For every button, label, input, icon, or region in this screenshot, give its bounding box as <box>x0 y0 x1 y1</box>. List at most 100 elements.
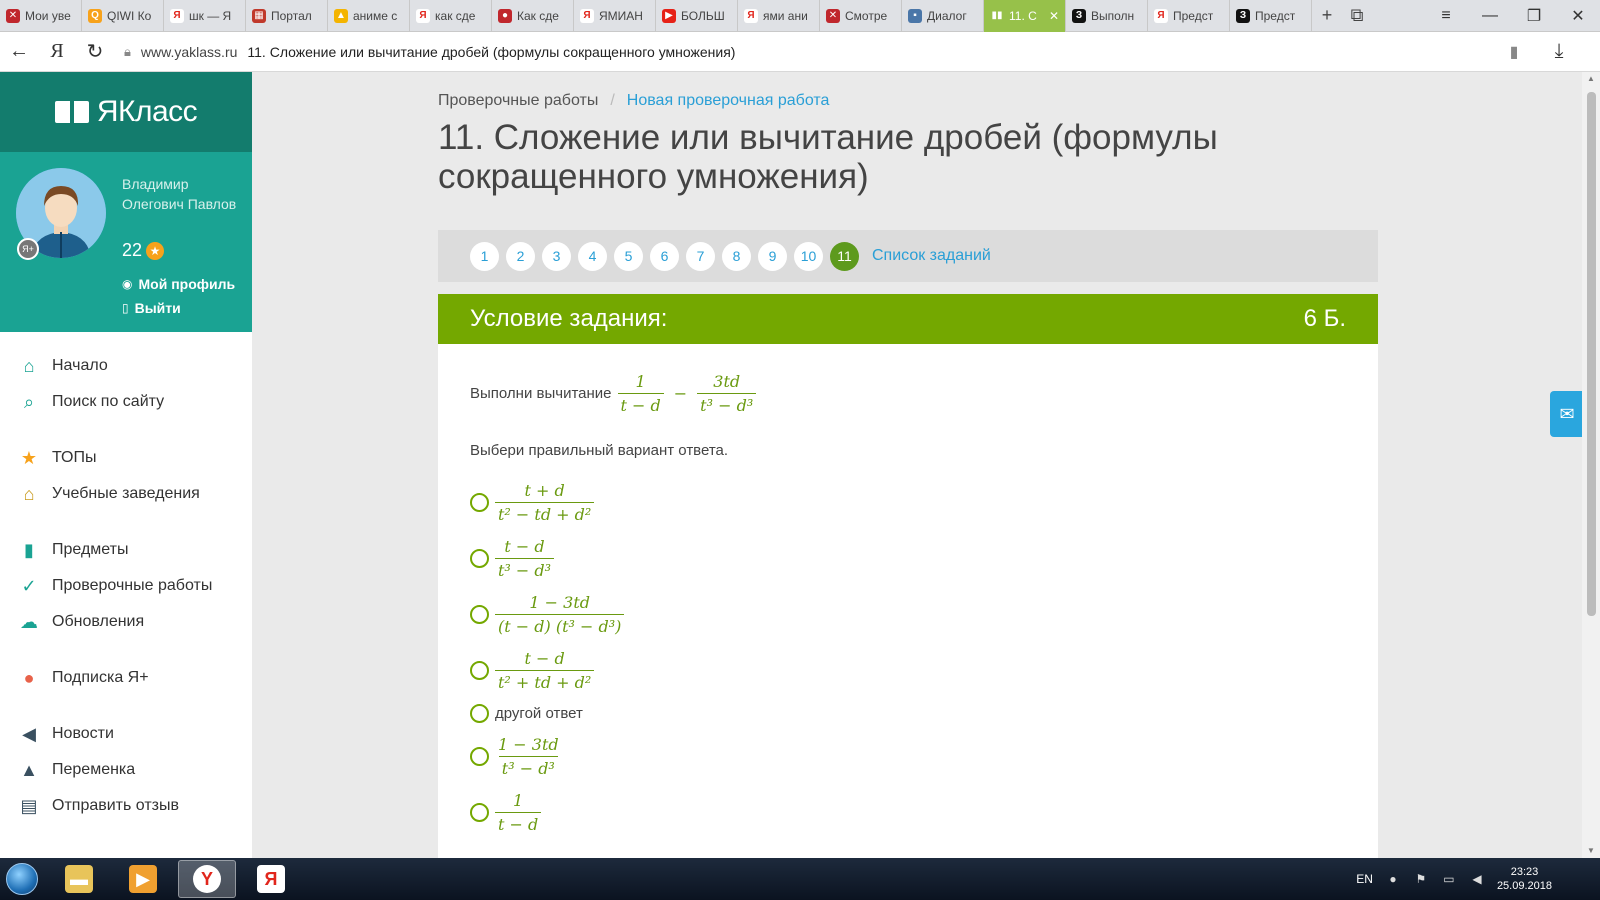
start-button[interactable] <box>0 858 44 900</box>
radio-button[interactable] <box>470 548 489 568</box>
sidebar-item-2[interactable]: ★ ТОПы <box>0 440 252 476</box>
restore-button[interactable]: ❐ <box>1512 0 1556 32</box>
page-number-button[interactable]: 9 <box>758 241 787 271</box>
sidebar-item-7[interactable]: ● Подписка Я+ <box>0 660 252 696</box>
sidebar-item-6[interactable]: ☁ Обновления <box>0 604 252 640</box>
answer-option[interactable]: 1t − d <box>470 784 624 840</box>
page-number-button[interactable]: 4 <box>578 241 607 271</box>
browser-tab[interactable]: ▪ Диалог <box>902 0 984 32</box>
scroll-down-arrow-icon[interactable]: ▼ <box>1586 846 1596 856</box>
browser-tab[interactable]: ▶ БОЛЬШ <box>656 0 738 32</box>
browser-tab[interactable]: Якак сде <box>410 0 492 32</box>
tab-label: как сде <box>435 8 476 23</box>
page-number-button[interactable]: 3 <box>542 241 571 271</box>
browser-tab[interactable]: ✕ Мои уве <box>0 0 82 32</box>
minimize-button[interactable]: — <box>1468 0 1512 32</box>
taskbar-media-player[interactable]: ▶ <box>114 860 172 898</box>
radio-button[interactable] <box>470 660 489 680</box>
page-number-button[interactable]: 10 <box>794 241 823 271</box>
sidebar-item-10[interactable]: ▤ Отправить отзыв <box>0 788 252 824</box>
opera-icon: ✕ <box>6 8 20 23</box>
radio-button[interactable] <box>470 746 489 766</box>
tray-app-icon[interactable]: ● <box>1385 871 1401 887</box>
yandex-icon: Я <box>744 8 758 23</box>
sidebar-item-1[interactable]: ⌕ Поиск по сайту <box>0 384 252 420</box>
tab-label: ями ани <box>763 8 808 23</box>
tabs-overview-icon[interactable]: ⧉ <box>1342 0 1372 32</box>
taskbar-yandex[interactable]: Я <box>242 860 300 898</box>
answer-option[interactable]: t + d t² − td + d² <box>470 474 624 530</box>
language-indicator[interactable]: EN <box>1356 872 1373 886</box>
scroll-up-arrow-icon[interactable]: ▲ <box>1586 74 1596 84</box>
answer-option[interactable]: 1 − 3td (t − d) (t³ − d³) <box>470 586 625 642</box>
answer-option[interactable]: t − d t³ − d³ <box>470 530 624 586</box>
clock[interactable]: 23:23 25.09.2018 <box>1497 865 1552 893</box>
sidebar-item-8[interactable]: ◀ Новости <box>0 716 252 752</box>
sidebar-item-4[interactable]: ▮ Предметы <box>0 532 252 568</box>
close-window-button[interactable]: ✕ <box>1556 0 1600 32</box>
radio-button[interactable] <box>470 703 489 723</box>
browser-tab[interactable]: ▮▮ 11. С ✕ <box>984 0 1066 32</box>
mail-feedback-icon[interactable]: ✉ <box>1550 391 1584 437</box>
breadcrumb-item-new-test[interactable]: Новая проверочная работа <box>627 92 830 110</box>
znanija-icon: З <box>1236 8 1250 23</box>
taskbar-explorer[interactable]: ▬ <box>50 860 108 898</box>
radio-button[interactable] <box>470 492 489 512</box>
page-number-button[interactable]: 2 <box>506 241 535 271</box>
browser-tab[interactable]: Я Предст <box>1148 0 1230 32</box>
radio-button[interactable] <box>470 604 489 624</box>
browser-tab[interactable]: Яями ани <box>738 0 820 32</box>
page-number-button[interactable]: 6 <box>650 241 679 271</box>
browser-tab[interactable]: ✕ Смотре <box>820 0 902 32</box>
menu-icon[interactable]: ≡ <box>1424 0 1468 32</box>
browser-tab[interactable]: Q QIWI Ко <box>82 0 164 32</box>
page-number-button[interactable]: 7 <box>686 241 715 271</box>
flag-icon[interactable]: ⚑ <box>1413 871 1429 887</box>
browser-tab[interactable]: ▦ Портал <box>246 0 328 32</box>
question-fraction-2: 3td t³ − d³ <box>697 372 757 415</box>
browser-tab[interactable]: Я ЯМИАН <box>574 0 656 32</box>
breadcrumb-item-tests[interactable]: Проверочные работы <box>438 92 598 110</box>
yaplus-badge-icon: Я+ <box>17 238 39 260</box>
my-profile-link[interactable]: ◉ Мой профиль <box>122 276 235 292</box>
site-logo[interactable]: ЯКласс <box>0 72 252 152</box>
task-pager: 1 2 3 4 5 6 7 8 9 10 11 Список заданий <box>438 230 1378 282</box>
network-icon[interactable]: ▭ <box>1441 871 1457 887</box>
new-tab-button[interactable]: + <box>1312 0 1342 32</box>
my-profile-label: Мой профиль <box>138 276 236 292</box>
answer-option[interactable]: 1 − 3td t³ − d³ <box>470 728 624 784</box>
page-number-button[interactable]: 8 <box>722 241 751 271</box>
page-number-button[interactable]: 5 <box>614 241 643 271</box>
scrollbar-thumb[interactable] <box>1587 92 1596 616</box>
answer-option[interactable]: другой ответ <box>470 698 624 728</box>
browser-tab[interactable]: ● Как сде <box>492 0 574 32</box>
radio-button[interactable] <box>470 802 489 822</box>
sidebar-item-0[interactable]: ⌂ Начало <box>0 348 252 384</box>
reload-button[interactable]: ↻ <box>76 32 114 72</box>
volume-icon[interactable]: ◀ <box>1469 871 1485 887</box>
bookmark-icon[interactable]: ▮ <box>1494 32 1534 72</box>
sidebar-item-9[interactable]: ▲ Переменка <box>0 752 252 788</box>
browser-tab[interactable]: З Предст <box>1230 0 1312 32</box>
page-number-button[interactable]: 11 <box>830 241 859 271</box>
download-icon[interactable]: ⤓ <box>1534 32 1584 72</box>
sidebar-item-5[interactable]: ✓ Проверочные работы <box>0 568 252 604</box>
bell-icon: ▲ <box>20 759 38 780</box>
answer-option[interactable]: t − d t² + td + d² <box>470 642 624 698</box>
page-scrollbar[interactable]: ▲ ▼ <box>1582 72 1600 858</box>
task-list-link[interactable]: Список заданий <box>872 247 991 265</box>
browser-tab[interactable]: Яшк — Я <box>164 0 246 32</box>
yandex-home-icon[interactable]: Я <box>38 32 76 72</box>
browser-tab[interactable]: ▲ аниме с <box>328 0 410 32</box>
page-number-button[interactable]: 1 <box>470 241 499 271</box>
close-tab-icon[interactable]: ✕ <box>1049 9 1059 23</box>
browser-tab[interactable]: З Выполн <box>1066 0 1148 32</box>
taskbar-yandex-browser[interactable]: Y <box>178 860 236 898</box>
back-button[interactable]: ← <box>0 32 38 72</box>
url-field[interactable]: 🔒︎ www.yaklass.ru 11. Сложение или вычит… <box>124 37 1494 67</box>
logout-link[interactable]: ▯ Выйти <box>122 300 181 316</box>
sidebar-item-3[interactable]: ⌂ Учебные заведения <box>0 476 252 512</box>
sidebar-item-label: Подписка Я+ <box>52 669 149 686</box>
url-page-title: 11. Сложение или вычитание дробей (форму… <box>247 43 736 60</box>
main-content: Проверочные работы / Новая проверочная р… <box>252 72 1582 858</box>
